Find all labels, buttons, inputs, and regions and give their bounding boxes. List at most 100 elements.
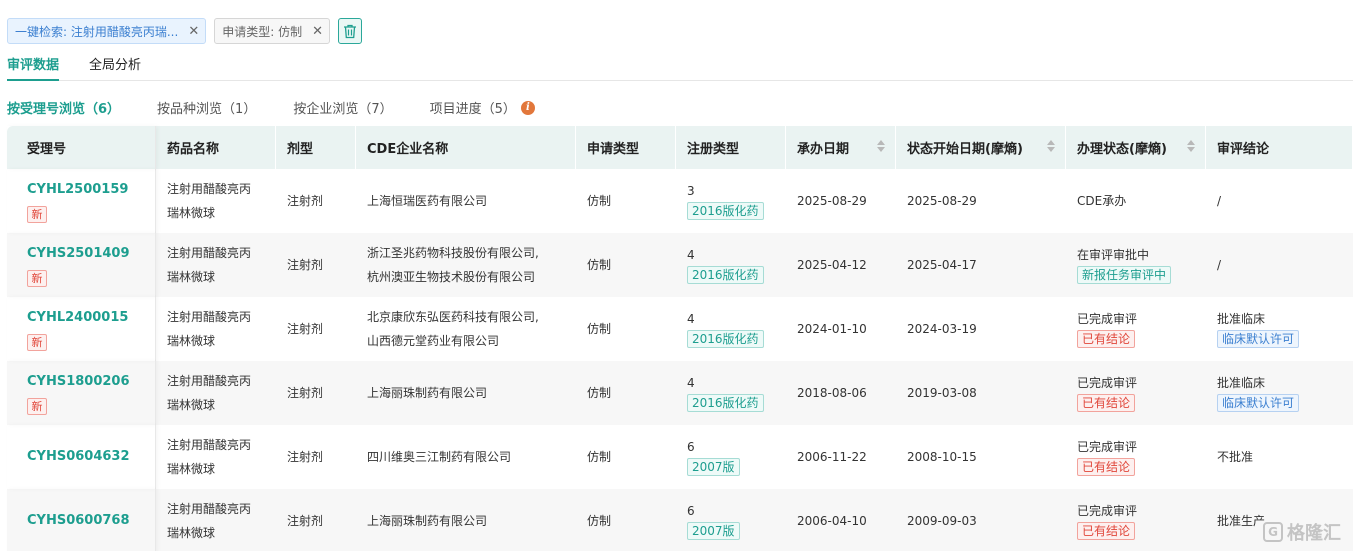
close-icon[interactable]: ✕ xyxy=(188,24,199,39)
cell-status-date: 2025-04-17 xyxy=(896,233,1066,297)
table-row[interactable]: CYHS0604632 注射用醋酸亮丙 瑞林微球 注射剂 四川维奥三江制药有限公司 仿制 6… xyxy=(7,425,1353,489)
info-icon[interactable]: i xyxy=(520,100,535,115)
tab-by-variety[interactable]: 按品种浏览（1） xyxy=(157,98,256,117)
acceptance-no-link[interactable]: CYHL2400015 xyxy=(27,308,155,328)
status-text: 已完成审评 xyxy=(1077,504,1138,518)
cell-acceptance-no: CYHL2500159 新 xyxy=(7,169,156,233)
tab-global-analysis[interactable]: 全局分析 xyxy=(89,50,141,81)
table-row[interactable]: CYHL2400015 新注射用醋酸亮丙 瑞林微球 注射剂 北京康欣东弘医药科技有限公司… xyxy=(7,297,1353,361)
new-badge: 新 xyxy=(27,205,47,223)
sort-icon[interactable] xyxy=(1187,140,1195,152)
close-icon[interactable]: ✕ xyxy=(312,24,323,39)
accept-date-text: 2025-04-12 xyxy=(797,258,867,272)
accept-date-text: 2025-08-29 xyxy=(797,194,867,208)
filter-chip-search[interactable]: 一键检索: 注射用醋酸亮丙瑞... ✕ xyxy=(7,18,207,44)
dosage-form-text: 注射剂 xyxy=(287,258,324,272)
column-header-reg-type: 注册类型 xyxy=(676,126,786,169)
clear-filters-button[interactable] xyxy=(337,18,362,44)
cell-accept-date: 2006-04-10 xyxy=(786,489,896,551)
cell-reg-type: 6 2007版 xyxy=(676,489,786,551)
reg-version-tag: 2016版化药 xyxy=(687,266,764,284)
dosage-form-text: 注射剂 xyxy=(287,322,324,336)
company-name: 四川维奥三江制药有限公司 xyxy=(367,450,512,464)
new-badge: 新 xyxy=(27,269,47,287)
table-row[interactable]: CYHS2501409 新注射用醋酸亮丙 瑞林微球 注射剂 浙江圣兆药物科技股份有限公司… xyxy=(7,233,1353,297)
acceptance-no-link[interactable]: CYHS2501409 xyxy=(27,244,155,264)
status-date-text: 2025-08-29 xyxy=(907,194,977,208)
column-header-app-type: 申请类型 xyxy=(576,126,676,169)
cell-drug-name: 注射用醋酸亮丙 瑞林微球 xyxy=(156,425,276,489)
cell-status-date: 2025-08-29 xyxy=(896,169,1066,233)
cell-drug-name: 注射用醋酸亮丙 瑞林微球 xyxy=(156,361,276,425)
app-type-text: 仿制 xyxy=(587,514,612,528)
cell-cde-company: 浙江圣兆药物科技股份有限公司, 杭州澳亚生物技术股份有限公司 xyxy=(356,233,576,297)
drug-name-line: 瑞林微球 xyxy=(167,206,216,220)
new-badge: 新 xyxy=(27,333,47,351)
watermark: G 格隆汇 xyxy=(1263,519,1341,545)
tab-by-company[interactable]: 按企业浏览（7） xyxy=(293,98,392,117)
status-date-text: 2025-04-17 xyxy=(907,258,977,272)
reg-version-tag: 2007版 xyxy=(687,522,740,540)
cell-dosage-form: 注射剂 xyxy=(276,425,356,489)
cell-conclusion: 不批准 xyxy=(1206,425,1353,489)
conclusion-text: 批准临床 xyxy=(1217,376,1266,390)
cell-status: 已完成审评 已有结论 xyxy=(1066,489,1206,551)
cell-drug-name: 注射用醋酸亮丙 瑞林微球 xyxy=(156,489,276,551)
cell-drug-name: 注射用醋酸亮丙 瑞林微球 xyxy=(156,297,276,361)
reg-category-number: 4 xyxy=(687,248,695,262)
conclusion-tag: 临床默认许可 xyxy=(1217,394,1300,412)
cell-app-type: 仿制 xyxy=(576,169,676,233)
table-row[interactable]: CYHS1800206 新注射用醋酸亮丙 瑞林微球 注射剂 上海丽珠制药有限公司 仿制 4 2… xyxy=(7,361,1353,425)
conclusion-text: 批准临床 xyxy=(1217,312,1266,326)
cell-acceptance-no: CYHS0604632 xyxy=(7,425,156,489)
gelonghui-logo-icon: G xyxy=(1263,522,1283,542)
top-tabs: 审评数据 全局分析 xyxy=(7,50,1353,81)
sort-icon[interactable] xyxy=(1047,140,1055,152)
watermark-text: 格隆汇 xyxy=(1287,523,1341,544)
company-name: 山西德元堂药业有限公司 xyxy=(367,334,500,348)
reg-category-number: 6 xyxy=(687,440,695,454)
cell-reg-type: 3 2016版化药 xyxy=(676,169,786,233)
reg-version-tag: 2016版化药 xyxy=(687,394,764,412)
cell-accept-date: 2025-04-12 xyxy=(786,233,896,297)
reg-version-tag: 2016版化药 xyxy=(687,330,764,348)
cell-accept-date: 2025-08-29 xyxy=(786,169,896,233)
column-header-accept-date[interactable]: 承办日期 xyxy=(786,126,896,169)
cell-app-type: 仿制 xyxy=(576,233,676,297)
tab-review-data[interactable]: 审评数据 xyxy=(7,50,60,81)
cell-acceptance-no: CYHS2501409 新 xyxy=(7,233,156,297)
table-row[interactable]: CYHL2500159 新注射用醋酸亮丙 瑞林微球 注射剂 上海恒瑞医药有限公司 仿制 3 2… xyxy=(7,169,1353,233)
acceptance-no-link[interactable]: CYHL2500159 xyxy=(27,180,155,200)
status-text: 在审评审批中 xyxy=(1077,248,1150,262)
table-header: 受理号 药品名称 剂型 CDE企业名称 申请类型 注册类型 承办日期 状态开始日… xyxy=(7,126,1353,169)
accept-date-text: 2006-11-22 xyxy=(797,450,867,464)
acceptance-no-link[interactable]: CYHS1800206 xyxy=(27,372,155,392)
app-type-text: 仿制 xyxy=(587,386,612,400)
cell-dosage-form: 注射剂 xyxy=(276,233,356,297)
acceptance-no-link[interactable]: CYHS0600768 xyxy=(27,511,155,531)
tab-by-acceptance-no[interactable]: 按受理号浏览（6） xyxy=(7,98,120,117)
status-text: 已完成审评 xyxy=(1077,440,1138,454)
company-name: 浙江圣兆药物科技股份有限公司, xyxy=(367,246,539,260)
conclusion-text: / xyxy=(1217,258,1222,272)
drug-name-line: 注射用醋酸亮丙 xyxy=(167,374,252,388)
sort-icon[interactable] xyxy=(877,140,885,152)
cell-conclusion: 批准临床临床默认许可 xyxy=(1206,361,1353,425)
cell-acceptance-no: CYHS1800206 新 xyxy=(7,361,156,425)
column-header-status[interactable]: 办理状态(摩熵) xyxy=(1066,126,1206,169)
review-data-table: 受理号 药品名称 剂型 CDE企业名称 申请类型 注册类型 承办日期 状态开始日… xyxy=(7,126,1353,551)
acceptance-no-link[interactable]: CYHS0604632 xyxy=(27,447,155,467)
column-header-label: 状态开始日期(摩熵) xyxy=(907,142,1023,157)
cell-reg-type: 4 2016版化药 xyxy=(676,297,786,361)
column-header-drug-name: 药品名称 xyxy=(156,126,276,169)
drug-name-line: 瑞林微球 xyxy=(167,462,216,476)
dosage-form-text: 注射剂 xyxy=(287,514,324,528)
column-header-status-date[interactable]: 状态开始日期(摩熵) xyxy=(896,126,1066,169)
conclusion-text: 不批准 xyxy=(1217,450,1254,464)
status-tag: 已有结论 xyxy=(1077,394,1136,412)
tab-project-progress[interactable]: 项目进度（5） i xyxy=(430,98,535,117)
cell-status: 在审评审批中 新报任务审评中 xyxy=(1066,233,1206,297)
table-row[interactable]: CYHS0600768 注射用醋酸亮丙 瑞林微球 注射剂 上海丽珠制药有限公司 仿制 6 20… xyxy=(7,489,1353,551)
cell-conclusion: / xyxy=(1206,233,1353,297)
filter-chip-app-type[interactable]: 申请类型: 仿制 ✕ xyxy=(214,18,330,44)
